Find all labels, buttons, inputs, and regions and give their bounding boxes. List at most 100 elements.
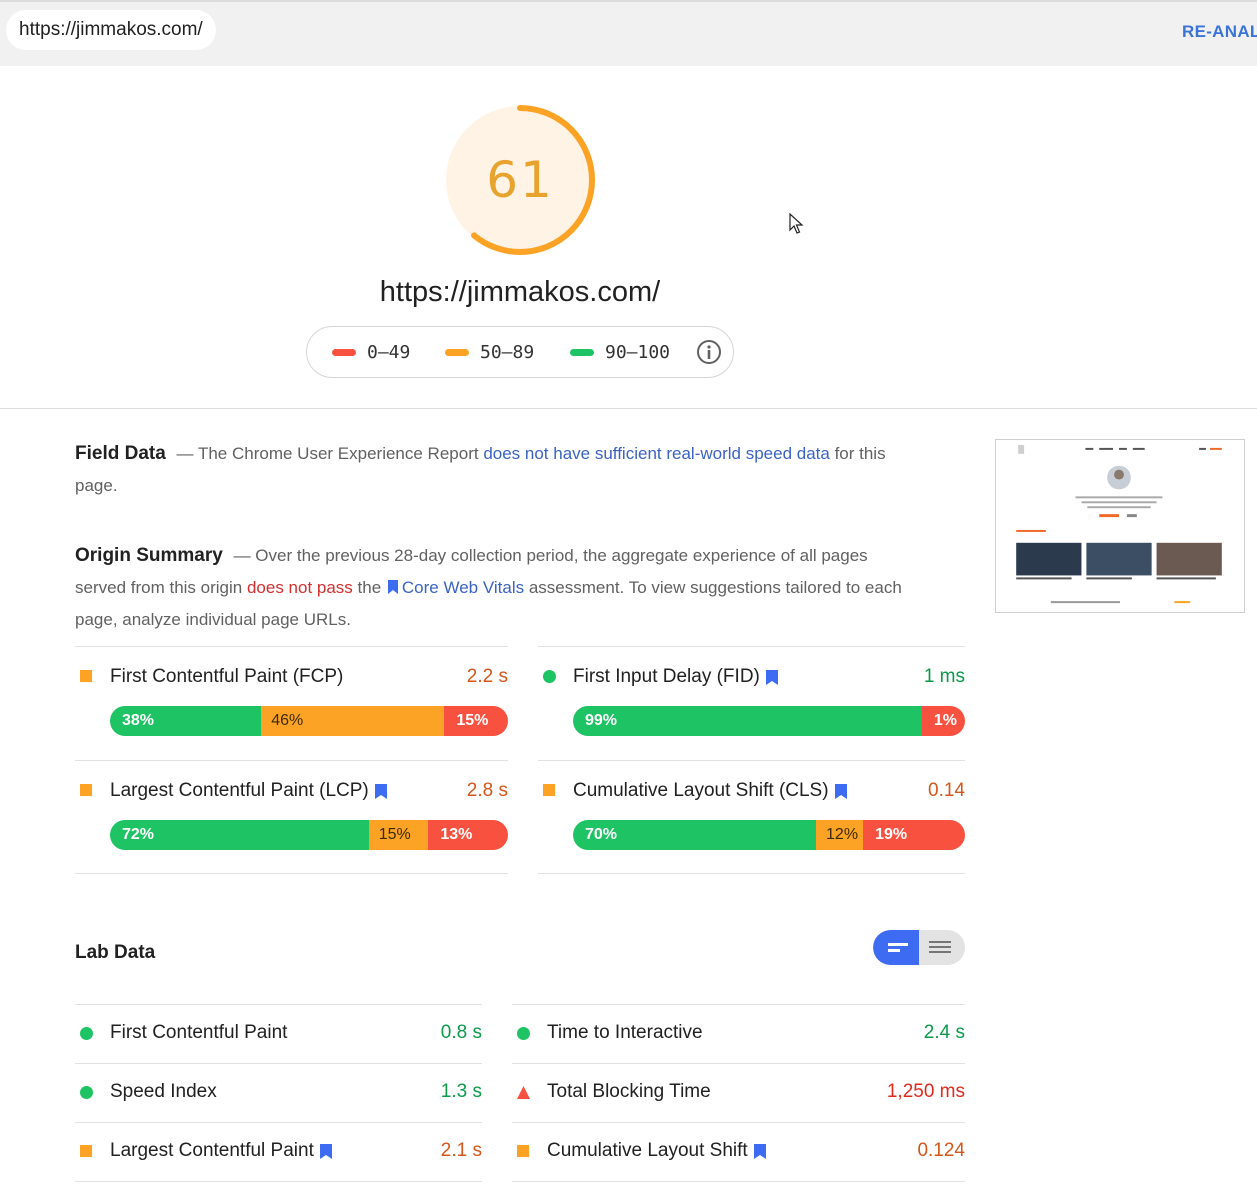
- legend-swatch-good: [570, 349, 594, 356]
- core-web-vitals-link[interactable]: Core Web Vitals: [402, 578, 524, 597]
- distribution-bar: 38% 46% 15%: [110, 706, 508, 736]
- lab-metric-row: Speed Index 1.3 s: [75, 1063, 482, 1122]
- lab-metric-value: 1,250 ms: [886, 1081, 965, 1102]
- field-data-text-before: — The Chrome User Experience Report: [176, 444, 484, 463]
- origin-metric-label: Cumulative Layout Shift (CLS): [573, 780, 829, 801]
- legend-swatch-poor: [332, 349, 356, 356]
- lab-metric-value: 0.124: [917, 1140, 965, 1161]
- reanalyze-button[interactable]: RE-ANALY: [1182, 22, 1257, 42]
- view-toggle[interactable]: [873, 930, 965, 965]
- good-circle-icon: [543, 670, 556, 683]
- lab-metric-value: 2.4 s: [923, 1022, 965, 1043]
- good-circle-icon: [517, 1027, 530, 1040]
- origin-metric: First Contentful Paint (FCP) 2.2 s 38% 46% 1…: [75, 662, 508, 742]
- lab-metric-row: Time to Interactive 2.4 s: [512, 1004, 965, 1063]
- origin-metric: Largest Contentful Paint (LCP) 2.8 s 72% 15…: [75, 776, 508, 856]
- lab-metric-row: Total Blocking Time 1,250 ms: [512, 1063, 965, 1122]
- bar-view-icon: [888, 943, 908, 952]
- origin-metric-label: First Input Delay (FID): [573, 666, 760, 687]
- origin-metric-value: 2.8 s: [466, 780, 508, 801]
- distribution-segment: 72%: [110, 820, 369, 850]
- field-data-section: Field Data — The Chrome User Experience …: [75, 438, 905, 502]
- origin-metric-value: 0.14: [928, 780, 965, 801]
- poor-triangle-icon: [517, 1086, 530, 1099]
- row-divider: [75, 873, 508, 874]
- lab-metric-row: First Contentful Paint 0.8 s: [75, 1004, 482, 1063]
- row-divider: [75, 1004, 482, 1005]
- lab-metric-value: 1.3 s: [440, 1081, 482, 1102]
- distribution-segment: 13%: [428, 820, 508, 850]
- average-square-icon: [517, 1145, 530, 1158]
- row-divider: [538, 873, 965, 874]
- origin-metric: First Input Delay (FID) 1 ms 99% 1%: [538, 662, 965, 742]
- distribution-segment: 99%: [573, 706, 922, 736]
- row-divider: [75, 1181, 482, 1182]
- row-divider: [75, 760, 508, 761]
- row-divider: [512, 1122, 965, 1123]
- origin-summary-heading: Origin Summary: [75, 545, 223, 566]
- lab-metric-label: Total Blocking Time: [547, 1081, 711, 1102]
- row-divider: [538, 760, 965, 761]
- distribution-bar: 70% 12% 19%: [573, 820, 965, 850]
- lab-metric-row: Cumulative Layout Shift 0.124: [512, 1122, 965, 1181]
- url-input[interactable]: https://jimmakos.com/: [6, 10, 216, 50]
- distribution-segment: 15%: [368, 820, 429, 850]
- bookmark-icon[interactable]: [835, 784, 847, 799]
- lab-metric-label: First Contentful Paint: [110, 1022, 288, 1043]
- average-square-icon: [543, 784, 556, 797]
- average-square-icon: [80, 1145, 93, 1158]
- lab-metric-value: 0.8 s: [440, 1022, 482, 1043]
- distribution-segment: 12%: [816, 820, 864, 850]
- performance-score: 61: [486, 151, 554, 209]
- field-data-heading: Field Data: [75, 443, 166, 464]
- score-legend: 0–49 50–89 90–100: [306, 326, 734, 378]
- lab-metric-label: Largest Contentful Paint: [110, 1140, 314, 1161]
- legend-label-good: 90–100: [605, 342, 671, 363]
- origin-metric-label: First Contentful Paint (FCP): [110, 666, 344, 687]
- origin-metric-value: 1 ms: [923, 666, 965, 687]
- page-screenshot-thumbnail: [995, 439, 1245, 613]
- legend-label-average: 50–89: [480, 342, 535, 363]
- good-circle-icon: [80, 1086, 93, 1099]
- section-divider: [0, 408, 1257, 409]
- lab-metric-label: Cumulative Layout Shift: [547, 1140, 748, 1161]
- lab-metric-label: Speed Index: [110, 1081, 217, 1102]
- lab-data-heading: Lab Data: [75, 942, 156, 963]
- origin-summary-fail-text: does not pass: [246, 578, 353, 597]
- row-divider: [75, 1063, 482, 1064]
- bookmark-icon[interactable]: [320, 1144, 332, 1159]
- row-divider: [512, 1063, 965, 1064]
- bookmark-icon[interactable]: [766, 670, 778, 685]
- row-divider: [512, 1181, 965, 1182]
- distribution-segment: 15%: [444, 706, 508, 736]
- mouse-cursor-icon: [789, 213, 804, 234]
- lab-metric-value: 2.1 s: [440, 1140, 482, 1161]
- url-bar: https://jimmakos.com/ RE-ANALY: [0, 0, 1257, 66]
- lab-metric-label: Time to Interactive: [547, 1022, 703, 1043]
- distribution-bar: 72% 15% 13%: [110, 820, 508, 850]
- good-circle-icon: [80, 1027, 93, 1040]
- distribution-segment: 70%: [573, 820, 817, 850]
- legend-swatch-average: [445, 349, 469, 356]
- bookmark-icon[interactable]: [754, 1144, 766, 1159]
- distribution-bar: 99% 1%: [573, 706, 965, 736]
- origin-summary-text-2: the: [352, 578, 386, 597]
- distribution-segment: 38%: [110, 706, 262, 736]
- bookmark-icon: [387, 580, 398, 594]
- row-divider: [512, 1004, 965, 1005]
- row-divider: [538, 646, 965, 647]
- origin-metric-label: Largest Contentful Paint (LCP): [110, 780, 369, 801]
- page-title: https://jimmakos.com/: [379, 276, 661, 308]
- info-icon[interactable]: [696, 339, 722, 365]
- origin-summary-section: Origin Summary — Over the previous 28-da…: [75, 540, 905, 636]
- field-data-link[interactable]: does not have sufficient real-world spee…: [483, 444, 830, 463]
- lab-metric-row: Largest Contentful Paint 2.1 s: [75, 1122, 482, 1181]
- list-view-icon[interactable]: [919, 930, 965, 965]
- average-square-icon: [80, 670, 93, 683]
- distribution-segment: 1%: [921, 706, 965, 736]
- bookmark-icon[interactable]: [375, 784, 387, 799]
- distribution-segment: 46%: [261, 706, 445, 736]
- toggle-bar-view-button[interactable]: [873, 930, 919, 965]
- row-divider: [75, 646, 508, 647]
- origin-metric-value: 2.2 s: [466, 666, 508, 687]
